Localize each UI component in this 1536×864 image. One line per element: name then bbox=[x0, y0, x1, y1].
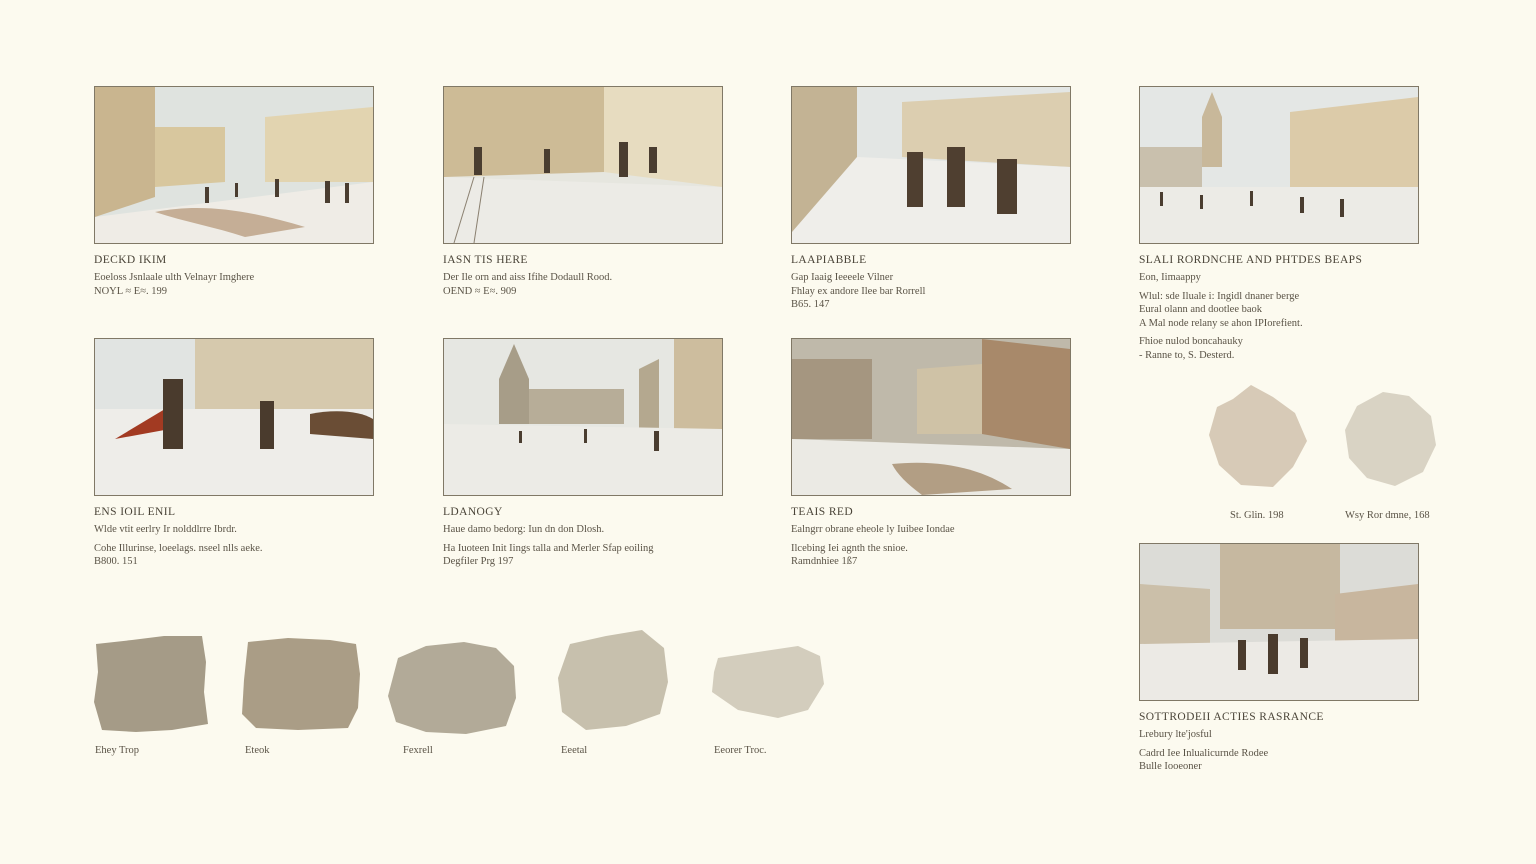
card-caption: B800. 151 bbox=[94, 556, 138, 567]
card-caption: Cadrd Iee Inlualicurnde Rodee bbox=[1139, 747, 1269, 759]
card-caption: Eural olann and dootlee baok bbox=[1139, 304, 1263, 315]
card-title: ENS IOIL ENIL bbox=[94, 506, 176, 518]
card-caption: Eoeloss Jsnlaale ulth Velnayr Imghere bbox=[94, 272, 255, 283]
color-swatch[interactable] bbox=[556, 626, 672, 732]
card-caption: Fhlay ex andore Ilee bar Rorrell bbox=[791, 285, 926, 297]
street-scene-image bbox=[95, 339, 373, 495]
card-title: SOTTRODEII ACTIES RASRANCE bbox=[1139, 711, 1324, 723]
card-title: LAAPIABBLE bbox=[791, 254, 867, 266]
card-caption: Wlul: sde Iluale i: Ingidl dnaner berge bbox=[1139, 290, 1300, 302]
card-caption: Haue damo bedorg: Iun dn don Dlosh. bbox=[443, 524, 605, 535]
street-scene-image bbox=[792, 87, 1070, 243]
card-image[interactable] bbox=[443, 338, 723, 496]
card-image[interactable] bbox=[443, 86, 723, 244]
card-title: DECKD IKIM bbox=[94, 254, 167, 266]
card-image[interactable] bbox=[1139, 543, 1419, 701]
card-title: LDANOGY bbox=[443, 506, 503, 518]
card-8[interactable]: SOTTRODEII ACTIES RASRANCE Lrebury lte'j… bbox=[1139, 543, 1419, 774]
card-image[interactable] bbox=[94, 86, 374, 244]
swatch-label: Eteok bbox=[245, 745, 270, 756]
card-caption: A Mal node relany se ahon IPIorefient. bbox=[1139, 317, 1303, 329]
card-title: TEAIS RED bbox=[791, 506, 854, 518]
card-caption: NOYL ≈ E≈. 199 bbox=[94, 285, 167, 297]
color-swatch[interactable] bbox=[1203, 383, 1311, 491]
color-swatch[interactable] bbox=[386, 636, 520, 736]
card-6[interactable]: LDANOGY Haue damo bedorg: Iun dn don Dlo… bbox=[443, 338, 723, 569]
street-scene-image bbox=[444, 87, 722, 243]
card-title: SLALI RORDNCHE AND PHTDES BEAPS bbox=[1139, 254, 1363, 266]
card-image[interactable] bbox=[791, 86, 1071, 244]
swatch-label: Ehey Trop bbox=[95, 745, 140, 756]
card-caption: B65. 147 bbox=[791, 299, 830, 310]
card-caption: Der Ile orn and aiss Ifihe Dodaull Rood. bbox=[443, 272, 613, 283]
card-caption: Ealngrr obrane eheole ly Iuibee Iondae bbox=[791, 524, 955, 535]
card-caption: - Ranne to, S. Desterd. bbox=[1139, 349, 1235, 361]
color-swatch[interactable] bbox=[238, 634, 364, 734]
card-caption: Degfiler Prg 197 bbox=[443, 556, 514, 567]
card-5[interactable]: ENS IOIL ENIL Wlde vtit eerlry Ir nolddl… bbox=[94, 338, 374, 569]
card-caption: Cohe Illurinse, loeelags. nseel nlls aek… bbox=[94, 542, 263, 554]
street-scene-image bbox=[792, 339, 1070, 495]
card-7[interactable]: TEAIS RED Ealngrr obrane eheole ly Iuibe… bbox=[791, 338, 1071, 569]
card-3[interactable]: LAAPIABBLE Gap Iaaig Ieeeele Vilner Fhla… bbox=[791, 86, 1071, 312]
card-caption: Lrebury lte'josful bbox=[1139, 729, 1212, 740]
swatch-label: St. Glin. 198 bbox=[1230, 510, 1284, 521]
card-4[interactable]: SLALI RORDNCHE AND PHTDES BEAPS Eon, Iim… bbox=[1139, 86, 1419, 362]
swatch-label: Fexrell bbox=[403, 745, 433, 756]
card-caption: Ramdnhiee 1ß7 bbox=[791, 556, 858, 567]
card-2[interactable]: IASN TIS HERE Der Ile orn and aiss Ifihe… bbox=[443, 86, 723, 298]
card-title: IASN TIS HERE bbox=[443, 254, 528, 266]
card-caption: Eon, Iimaappy bbox=[1139, 272, 1201, 283]
card-caption: OEND ≈ E≈. 909 bbox=[443, 285, 517, 297]
color-swatch[interactable] bbox=[1343, 390, 1438, 488]
card-1[interactable]: DECKD IKIM Eoeloss Jsnlaale ulth Velnayr… bbox=[94, 86, 374, 298]
card-caption: Ha Iuoteen Init Iings talla and Merler S… bbox=[443, 542, 654, 554]
card-image[interactable] bbox=[1139, 86, 1419, 244]
piazza-scene-image bbox=[1140, 87, 1418, 243]
street-scene-image bbox=[95, 87, 373, 243]
swatch-label: Eeetal bbox=[561, 745, 588, 756]
card-caption: Gap Iaaig Ieeeele Vilner bbox=[791, 272, 894, 283]
cathedral-scene-image bbox=[444, 339, 722, 495]
color-swatch[interactable] bbox=[92, 632, 210, 736]
card-caption: Ilcebing Iei agnth the snioe. bbox=[791, 542, 908, 554]
card-caption: Wlde vtit eerlry Ir nolddlrre Ibrdr. bbox=[94, 524, 237, 535]
card-image[interactable] bbox=[94, 338, 374, 496]
swatch-label: Wsy Ror dmne, 168 bbox=[1345, 510, 1430, 521]
card-image[interactable] bbox=[791, 338, 1071, 496]
card-caption: Fhioe nulod boncahauky bbox=[1139, 336, 1243, 347]
swatch-label: Eeorer Troc. bbox=[714, 745, 767, 756]
card-caption: Bulle Iooeoner bbox=[1139, 761, 1202, 772]
street-scene-image bbox=[1140, 544, 1418, 700]
color-swatch[interactable] bbox=[708, 644, 826, 720]
